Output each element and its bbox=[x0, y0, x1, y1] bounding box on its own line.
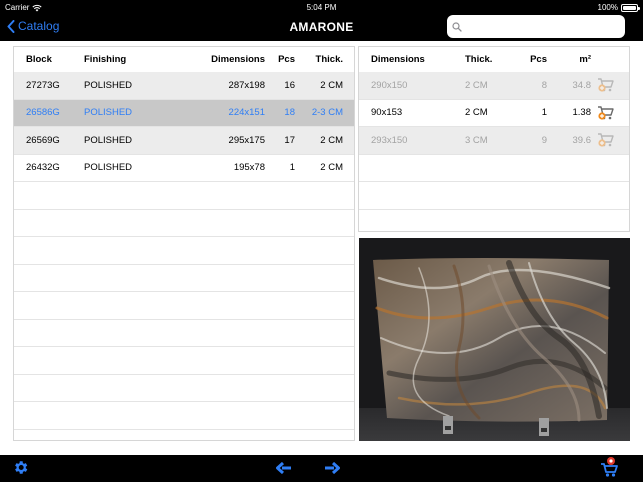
cell-dimensions: 293x150 bbox=[371, 134, 408, 146]
table-row[interactable]: 27273G POLISHED 287x198 16 2 CM bbox=[14, 72, 354, 100]
table-row[interactable]: 26569G POLISHED 295x175 17 2 CM bbox=[14, 127, 354, 155]
cart-add-icon bbox=[598, 133, 614, 147]
nav-bar: Catalog AMARONE bbox=[0, 14, 643, 41]
slabs-table-header: Dimensions Thick. Pcs m² bbox=[359, 47, 629, 72]
cell-m2: 1.38 bbox=[572, 107, 592, 119]
content-area: Block Finishing Dimensions Pcs Thick. 27… bbox=[0, 41, 643, 455]
cell-block: 26569G bbox=[26, 134, 60, 146]
empty-row bbox=[14, 237, 354, 265]
marble-slab-image bbox=[359, 238, 630, 441]
cell-thick: 2 CM bbox=[465, 107, 488, 119]
cell-pcs: 16 bbox=[284, 79, 295, 91]
cell-pcs: 8 bbox=[541, 79, 547, 91]
battery-icon bbox=[621, 3, 640, 12]
cell-pcs: 1 bbox=[541, 107, 547, 119]
header-m2: m² bbox=[579, 54, 591, 65]
gear-icon bbox=[15, 461, 28, 474]
cell-pcs: 9 bbox=[541, 134, 547, 146]
cell-dimensions: 90x153 bbox=[371, 107, 403, 119]
cell-pcs: 17 bbox=[284, 134, 295, 146]
cell-pcs: 1 bbox=[289, 162, 295, 174]
status-time: 5:04 PM bbox=[306, 3, 337, 12]
empty-row bbox=[14, 292, 354, 320]
empty-row bbox=[359, 155, 629, 182]
cell-finishing: POLISHED bbox=[84, 79, 133, 91]
status-right: 100% bbox=[597, 3, 640, 12]
header-thick: Thick. bbox=[315, 54, 343, 65]
cell-finishing: POLISHED bbox=[84, 134, 133, 146]
search-field[interactable] bbox=[447, 15, 625, 38]
empty-row bbox=[14, 375, 354, 402]
cell-finishing: POLISHED bbox=[84, 162, 133, 174]
cell-dimensions: 290x150 bbox=[371, 79, 408, 91]
cell-finishing: POLISHED bbox=[84, 107, 133, 119]
header-dimensions: Dimensions bbox=[211, 54, 265, 65]
search-input[interactable] bbox=[466, 21, 616, 32]
blocks-table: Block Finishing Dimensions Pcs Thick. 27… bbox=[13, 46, 355, 441]
cell-thick: 2-3 CM bbox=[311, 107, 343, 119]
table-row[interactable]: 293x150 3 CM 9 39.6 bbox=[359, 127, 629, 155]
search-icon bbox=[452, 21, 462, 32]
empty-row bbox=[14, 347, 354, 375]
header-thick: Thick. bbox=[465, 54, 493, 65]
add-to-cart-button[interactable] bbox=[591, 132, 621, 148]
bottom-toolbar bbox=[0, 455, 643, 482]
header-pcs: Pcs bbox=[278, 54, 295, 65]
cell-thick: 3 CM bbox=[465, 134, 488, 146]
table-row[interactable]: 90x153 2 CM 1 1.38 bbox=[359, 100, 629, 127]
empty-row bbox=[14, 210, 354, 237]
cell-thick: 2 CM bbox=[320, 79, 343, 91]
cart-add-icon bbox=[598, 106, 614, 120]
slabs-table: Dimensions Thick. Pcs m² 290x150 2 CM 8 … bbox=[358, 46, 630, 232]
header-dimensions: Dimensions bbox=[371, 54, 425, 65]
add-to-cart-button[interactable] bbox=[591, 77, 621, 93]
blocks-table-header: Block Finishing Dimensions Pcs Thick. bbox=[14, 47, 354, 72]
cell-block: 26432G bbox=[26, 162, 60, 174]
cell-m2: 34.8 bbox=[572, 79, 592, 91]
header-finishing: Finishing bbox=[84, 54, 127, 65]
cell-dimensions: 224x151 bbox=[228, 107, 265, 119]
empty-row bbox=[14, 182, 354, 210]
cell-dimensions: 295x175 bbox=[228, 134, 265, 146]
slab-photo[interactable] bbox=[359, 238, 630, 441]
empty-row bbox=[14, 320, 354, 347]
header-block: Block bbox=[26, 54, 52, 65]
cart-add-icon bbox=[598, 78, 614, 92]
cell-thick: 2 CM bbox=[465, 79, 488, 91]
table-row-selected[interactable]: 26586G POLISHED 224x151 18 2-3 CM bbox=[14, 99, 354, 127]
previous-button[interactable] bbox=[276, 461, 292, 479]
cart-button[interactable] bbox=[600, 456, 620, 482]
add-to-cart-button[interactable] bbox=[591, 105, 621, 121]
cell-dimensions: 195x78 bbox=[233, 162, 265, 174]
arrow-right-icon bbox=[325, 461, 340, 475]
cell-dimensions: 287x198 bbox=[228, 79, 265, 91]
cell-m2: 39.6 bbox=[572, 134, 592, 146]
empty-row bbox=[359, 182, 629, 210]
cell-thick: 2 CM bbox=[320, 134, 343, 146]
status-bar: Carrier 5:04 PM 100% bbox=[0, 0, 643, 14]
cell-block: 27273G bbox=[26, 79, 60, 91]
cell-pcs: 18 bbox=[284, 107, 295, 119]
battery-percent: 100% bbox=[597, 3, 618, 12]
cart-icon bbox=[601, 457, 618, 477]
header-pcs: Pcs bbox=[530, 54, 547, 65]
empty-row bbox=[14, 402, 354, 430]
arrow-left-icon bbox=[276, 461, 291, 475]
next-button[interactable] bbox=[324, 461, 340, 479]
table-row[interactable]: 26432G POLISHED 195x78 1 2 CM bbox=[14, 155, 354, 182]
cell-thick: 2 CM bbox=[320, 162, 343, 174]
empty-row bbox=[14, 430, 354, 441]
cell-block: 26586G bbox=[26, 107, 60, 119]
empty-row bbox=[14, 265, 354, 292]
settings-button[interactable] bbox=[12, 459, 29, 481]
table-row[interactable]: 290x150 2 CM 8 34.8 bbox=[359, 72, 629, 100]
